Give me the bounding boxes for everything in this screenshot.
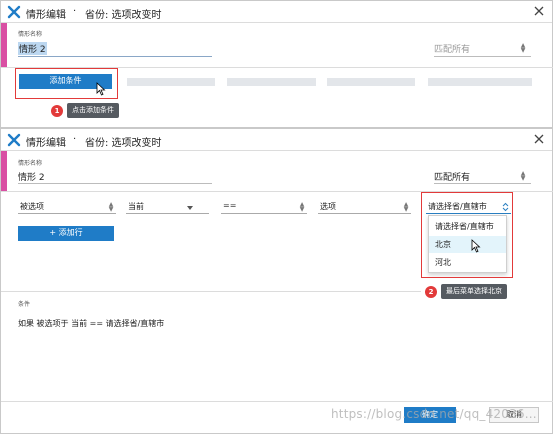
annotation-highlight-box xyxy=(421,192,513,278)
select-underline xyxy=(18,213,116,214)
select-underline xyxy=(221,213,307,214)
annotation-badge: 1 xyxy=(51,105,63,117)
dialog-subtitle: 省份: 选项改变时 xyxy=(85,138,162,149)
condition-field-select[interactable]: 被选项 xyxy=(20,201,44,212)
conditions-label: 条件 xyxy=(18,301,31,308)
dialog-subtitle: 省份: 选项改变时 xyxy=(85,10,162,21)
title-bar: 情形编辑 · 省份: 选项改变时 xyxy=(1,1,552,23)
divider xyxy=(1,401,553,402)
loading-placeholder xyxy=(327,78,415,86)
match-all-select[interactable]: 匹配所有 xyxy=(434,42,470,55)
loading-placeholder xyxy=(428,78,532,86)
updown-icon: ▲ ▼ xyxy=(520,170,526,182)
dialog-title-separator: · xyxy=(73,134,77,145)
app-logo-icon xyxy=(7,5,21,19)
match-all-underline xyxy=(434,183,531,184)
annotation-tooltip: 点击添加条件 xyxy=(67,103,119,118)
close-icon[interactable] xyxy=(532,132,546,146)
match-all-select[interactable]: 匹配所有 xyxy=(434,170,470,183)
updown-icon: ▲ ▼ xyxy=(403,201,409,213)
mouse-cursor-icon xyxy=(96,82,106,96)
match-all-underline xyxy=(434,56,531,57)
watermark: https://blog.csdn.net/qq_42036... xyxy=(331,407,537,421)
loading-placeholder xyxy=(127,78,215,86)
updown-icon: ▲ ▼ xyxy=(108,201,114,213)
chevron-down-icon xyxy=(187,206,193,210)
dialog-case-edit-2: 情形编辑 · 省份: 选项改变时 情形名称 情形 2 匹配所有 ▲ ▼ 被选项 ▲… xyxy=(0,128,553,434)
app-logo-icon xyxy=(7,133,21,147)
annotation-tooltip: 最后菜单选择北京 xyxy=(441,284,507,299)
title-bar: 情形编辑 · 省份: 选项改变时 xyxy=(1,129,552,151)
loading-placeholder xyxy=(227,78,316,86)
case-name-label: 情形名称 xyxy=(18,160,43,167)
divider xyxy=(1,291,421,292)
annotation-badge: 2 xyxy=(425,286,437,298)
condition-operator-select[interactable]: == xyxy=(223,201,236,210)
case-name-input[interactable]: 情形 2 xyxy=(18,42,47,55)
dialog-title: 情形编辑 xyxy=(26,10,66,21)
select-underline xyxy=(318,213,411,214)
condition-type-select[interactable]: 选项 xyxy=(320,201,336,212)
case-name-underline xyxy=(18,56,212,57)
add-row-button[interactable]: + 添加行 xyxy=(18,226,114,241)
dialog-title: 情形编辑 xyxy=(26,138,66,149)
conditions-summary: 如果 被选项于 当前 == 请选择省/直辖市 xyxy=(18,319,165,328)
updown-icon: ▲ ▼ xyxy=(299,201,305,213)
updown-icon: ▲ ▼ xyxy=(520,42,526,54)
dialog-title-separator: · xyxy=(73,6,77,17)
close-icon[interactable] xyxy=(532,4,546,18)
case-name-underline xyxy=(18,183,212,184)
accent-bar xyxy=(1,151,7,191)
dialog-case-edit-1: 情形编辑 · 省份: 选项改变时 情形名称 情形 2 匹配所有 ▲ ▼ 添加条件 … xyxy=(0,0,553,128)
accent-bar xyxy=(1,23,7,67)
select-underline xyxy=(126,213,209,214)
case-name-input[interactable]: 情形 2 xyxy=(18,170,45,183)
case-name-label: 情形名称 xyxy=(18,31,43,38)
condition-scope-select[interactable]: 当前 xyxy=(128,201,144,212)
